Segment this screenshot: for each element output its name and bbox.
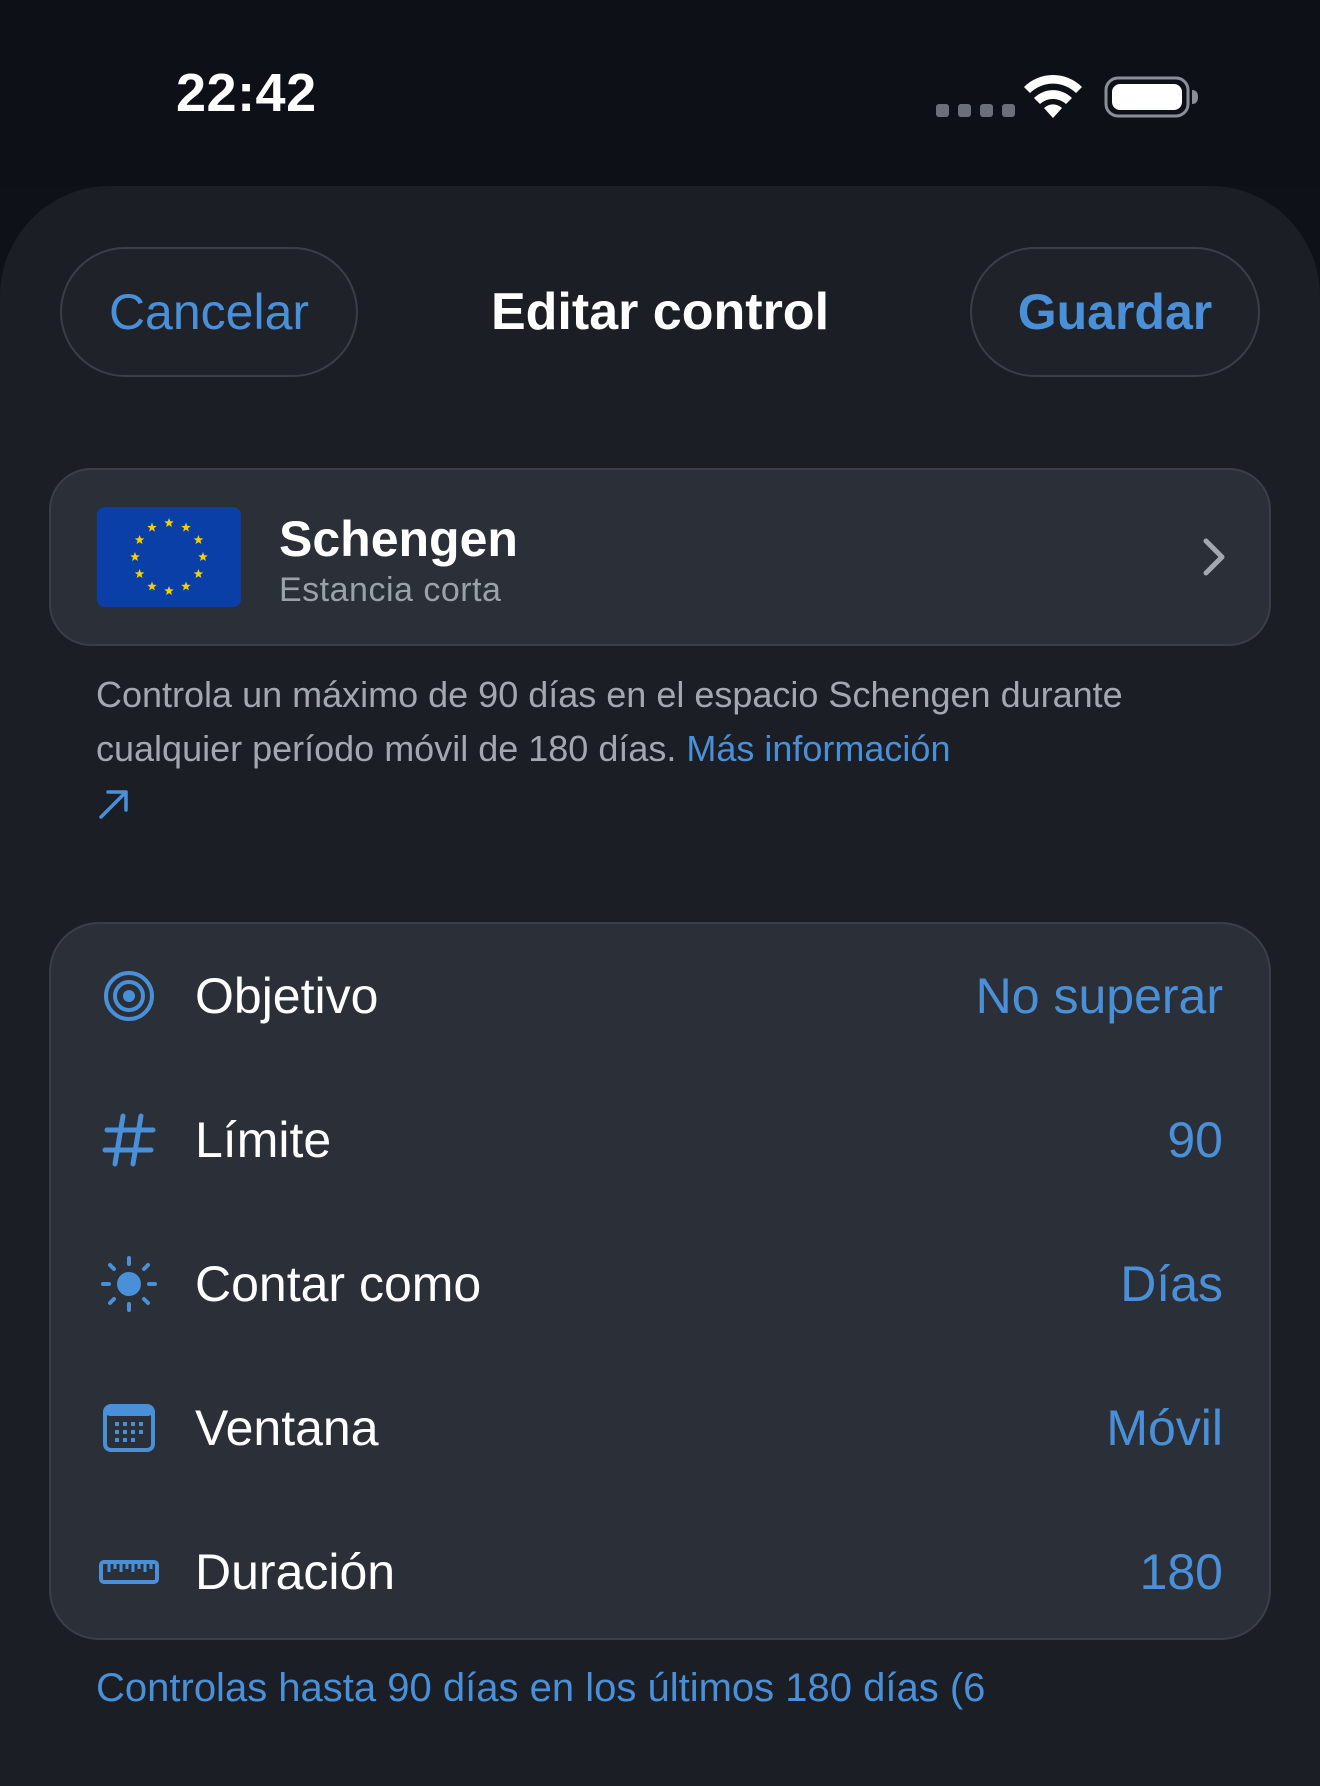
region-title: Schengen: [279, 511, 518, 567]
status-time: 22:42: [176, 63, 317, 123]
calendar-icon: [103, 1404, 155, 1452]
setting-label: Límite: [195, 1112, 332, 1168]
flag-star: [164, 586, 174, 596]
wifi-icon: [1024, 74, 1082, 118]
setting-value: Días: [1120, 1256, 1223, 1312]
external-link-icon[interactable]: [96, 786, 132, 822]
eu-flag-icon: [97, 507, 241, 607]
flag-star: [193, 569, 204, 579]
setting-label: Duración: [195, 1544, 396, 1600]
setting-value: 90: [1167, 1112, 1223, 1168]
setting-value: 180: [1139, 1544, 1223, 1600]
sun-icon: [101, 1256, 157, 1312]
setting-row-contar-como[interactable]: Contar como Días: [51, 1212, 1269, 1356]
flag-star: [147, 581, 157, 591]
signal-dots-icon: [936, 104, 1015, 117]
flag-star: [181, 522, 191, 532]
page-title: Editar control: [490, 283, 830, 341]
flag-star: [134, 569, 145, 579]
flag-star: [181, 581, 191, 591]
ruler-icon: [99, 1560, 159, 1584]
region-description: Controla un máximo de 90 días en el espa…: [96, 668, 1236, 822]
target-icon: [104, 971, 154, 1021]
setting-value: No superar: [975, 968, 1223, 1024]
flag-star: [164, 518, 174, 528]
flag-star: [193, 535, 204, 545]
battery-icon: [1104, 76, 1198, 118]
settings-card: Objetivo No superar Límite 90 Contar com…: [49, 922, 1271, 1640]
status-bar: 22:42: [0, 0, 1320, 186]
region-subtitle: Estancia corta: [279, 571, 502, 609]
description-text: Controla un máximo de 90 días en el espa…: [96, 674, 1123, 769]
more-info-link[interactable]: Más información: [686, 728, 950, 769]
flag-star: [130, 552, 140, 562]
setting-label: Contar como: [195, 1256, 482, 1312]
cancel-button[interactable]: Cancelar: [60, 247, 358, 377]
setting-row-ventana[interactable]: Ventana Móvil: [51, 1356, 1269, 1500]
setting-row-objetivo[interactable]: Objetivo No superar: [51, 924, 1269, 1068]
region-selector-card[interactable]: Schengen Estancia corta: [49, 468, 1271, 646]
flag-star: [147, 522, 157, 532]
setting-row-duracion[interactable]: Duración 180: [51, 1500, 1269, 1644]
flag-star: [134, 535, 145, 545]
chevron-right-icon: [1203, 538, 1225, 576]
hash-icon: [102, 1113, 156, 1167]
setting-label: Ventana: [195, 1400, 379, 1456]
save-button[interactable]: Guardar: [970, 247, 1260, 377]
flag-star: [198, 552, 208, 562]
footer-summary: Controlas hasta 90 días en los últimos 1…: [96, 1666, 986, 1710]
setting-row-limite[interactable]: Límite 90: [51, 1068, 1269, 1212]
setting-label: Objetivo: [195, 968, 379, 1024]
setting-value: Móvil: [1106, 1400, 1223, 1456]
